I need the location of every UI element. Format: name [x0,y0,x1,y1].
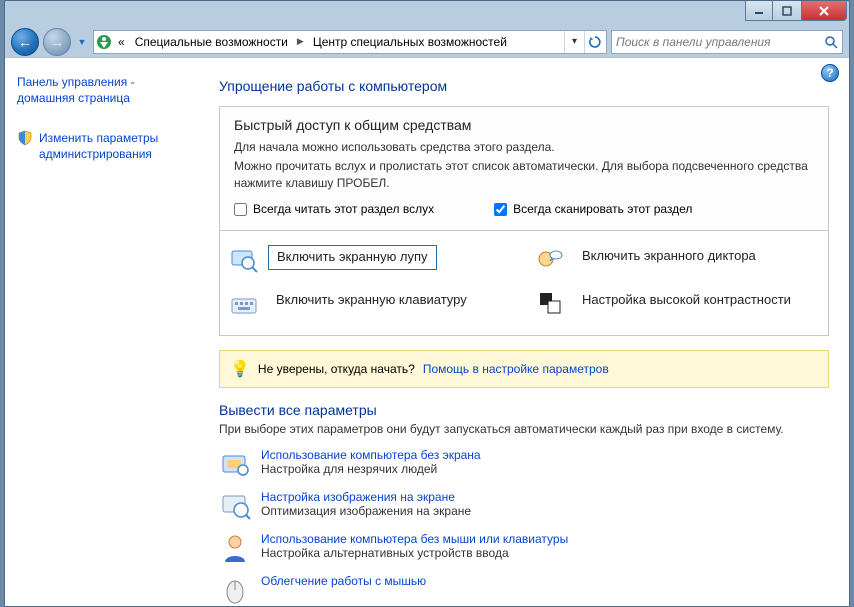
search-icon[interactable] [824,35,838,49]
ease-of-access-icon [96,34,112,50]
all-settings-heading: Вывести все параметры [219,402,829,418]
list-item: Настройка изображения на экране Оптимиза… [219,490,829,522]
opt-link[interactable]: Настройка изображения на экране [261,490,471,504]
contrast-label: Настройка высокой контрастности [574,289,799,312]
maximize-button[interactable] [773,1,801,21]
narrator-item[interactable]: Включить экранного диктора [536,245,818,273]
control-panel-window: ▼ « Специальные возможности ▶ Центр спец… [4,0,850,607]
refresh-button[interactable] [584,31,604,53]
address-bar[interactable]: « Специальные возможности ▶ Центр специа… [93,30,607,54]
contrast-item[interactable]: Настройка высокой контрастности [536,289,818,317]
settings-list: Использование компьютера без экрана Наст… [219,448,829,606]
info-bar: 💡 Не уверены, откуда начать? Помощь в на… [219,350,829,388]
recommendations-link[interactable]: Помощь в настройке параметров [423,362,609,376]
link-text: домашняя страница [17,91,130,105]
main-panel: Упрощение работы с компьютером Быстрый д… [215,58,849,606]
osk-item[interactable]: Включить экранную клавиатуру [230,289,512,317]
all-settings-lead: При выборе этих параметров они будут зап… [219,422,829,436]
quick-tools-grid: Включить экранную лупу Включить экранног… [219,231,829,336]
opt-link[interactable]: Использование компьютера без мыши или кл… [261,532,568,546]
lightbulb-icon: 💡 [230,359,250,379]
control-panel-home-link[interactable]: Панель управления - домашняя страница [17,74,203,106]
mouse-icon [219,574,251,606]
sidebar: Панель управления - домашняя страница Из… [5,58,215,606]
list-item: Использование компьютера без экрана Наст… [219,448,829,480]
magnifier-icon [230,245,258,273]
admin-settings-link[interactable]: Изменить параметры администрирования [39,130,158,162]
opt-link[interactable]: Использование компьютера без экрана [261,448,481,462]
list-item: Использование компьютера без мыши или кл… [219,532,829,564]
address-dropdown[interactable]: ▾ [564,31,584,53]
window-controls [745,1,847,21]
link-text: Изменить параметры [39,131,158,145]
blind-icon [219,448,251,480]
always-scan-checkbox[interactable]: Всегда сканировать этот раздел [494,202,692,216]
history-dropdown[interactable]: ▼ [75,30,89,54]
link-text: администрирования [39,147,152,161]
search-box[interactable]: Поиск в панели управления [611,30,843,54]
person-icon [219,532,251,564]
quick-access-text2: Можно прочитать вслух и пролистать этот … [234,158,814,192]
display-icon [219,490,251,522]
checkbox-input[interactable] [234,203,247,216]
checkbox-label: Всегда сканировать этот раздел [513,202,692,216]
close-button[interactable] [801,1,847,21]
sidebar-item-admin: Изменить параметры администрирования [17,130,203,162]
minimize-button[interactable] [745,1,773,21]
breadcrumb-back[interactable]: « [114,31,129,53]
checkbox-row: Всегда читать этот раздел вслух Всегда с… [234,202,814,216]
opt-desc: Настройка для незрячих людей [261,462,481,476]
breadcrumb-seg1[interactable]: Специальные возможности [131,31,292,53]
shield-icon [17,130,33,146]
quick-access-text1: Для начала можно использовать средства э… [234,139,814,156]
magnifier-item[interactable]: Включить экранную лупу [230,245,512,273]
narrator-icon [536,245,564,273]
magnifier-label: Включить экранную лупу [268,245,437,270]
help-icon[interactable]: ? [821,64,839,82]
chevron-right-icon[interactable]: ▶ [294,36,307,47]
search-placeholder: Поиск в панели управления [616,35,771,49]
narrator-label: Включить экранного диктора [574,245,764,268]
forward-button[interactable] [43,28,71,56]
navigation-row: ▼ « Специальные возможности ▶ Центр спец… [5,27,849,57]
page-title: Упрощение работы с компьютером [219,78,829,94]
opt-desc: Настройка альтернативных устройств ввода [261,546,568,560]
breadcrumb-seg2[interactable]: Центр специальных возможностей [309,31,511,53]
opt-desc: Оптимизация изображения на экране [261,504,471,518]
keyboard-icon [230,289,258,317]
content-area: ? Панель управления - домашняя страница … [5,57,849,606]
opt-link[interactable]: Облегчение работы с мышью [261,574,426,588]
checkbox-input[interactable] [494,203,507,216]
arrow-right-icon [50,34,64,50]
checkbox-label: Всегда читать этот раздел вслух [253,202,434,216]
quick-access-box: Быстрый доступ к общим средствам Для нач… [219,106,829,231]
info-prompt: Не уверены, откуда начать? [258,362,415,376]
titlebar [5,1,849,27]
list-item: Облегчение работы с мышью [219,574,829,606]
arrow-left-icon [18,34,32,50]
osk-label: Включить экранную клавиатуру [268,289,475,312]
always-read-checkbox[interactable]: Всегда читать этот раздел вслух [234,202,434,216]
quick-access-heading: Быстрый доступ к общим средствам [234,117,814,133]
contrast-icon [536,289,564,317]
link-text: Панель управления - [17,75,135,89]
back-button[interactable] [11,28,39,56]
